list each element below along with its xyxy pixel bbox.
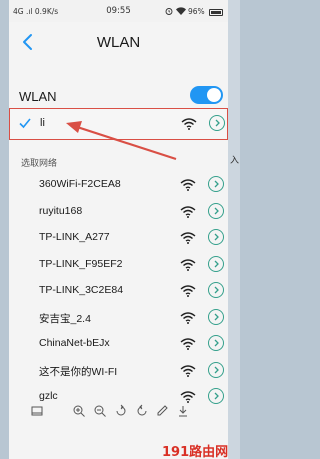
wifi-signal-icon: [181, 118, 197, 130]
network-list-item[interactable]: ruyitu168: [9, 199, 228, 225]
wifi-status-icon: [175, 7, 186, 17]
network-name: TP-LINK_F95EF2: [39, 257, 123, 270]
network-list-item[interactable]: 这不是你的WI-FI: [9, 358, 228, 384]
battery-percent: 96%: [187, 7, 205, 16]
network-info-button[interactable]: [208, 282, 224, 298]
network-name: 这不是你的WI-FI: [39, 365, 118, 378]
connected-network-name: li: [40, 117, 45, 129]
network-name: TP-LINK_A277: [39, 231, 110, 243]
zoom-out-icon[interactable]: [93, 404, 107, 418]
chevron-right-icon: [214, 207, 219, 214]
network-name: 360WiFi-F2CEA8: [39, 178, 121, 190]
network-list-item[interactable]: 安吉宝_2.4: [9, 305, 228, 331]
connected-network-row[interactable]: li: [9, 108, 228, 140]
battery-icon: [209, 8, 223, 16]
alarm-icon: [165, 7, 173, 17]
wifi-signal-icon: [180, 205, 196, 218]
wifi-signal-icon: [180, 179, 196, 191]
wlan-label: WLAN: [19, 89, 57, 104]
wlan-toggle-row: WLAN: [9, 80, 228, 110]
desktop-background: 入: [228, 0, 240, 459]
chevron-right-icon: [214, 313, 219, 320]
wifi-signal-icon: [180, 232, 196, 244]
zoom-in-icon[interactable]: [72, 404, 86, 418]
network-name: 安吉宝_2.4: [39, 312, 91, 325]
wifi-signal-icon: [180, 364, 196, 377]
chevron-right-icon: [214, 366, 219, 373]
chevron-right-icon: [214, 286, 219, 294]
rotate-right-icon[interactable]: [135, 404, 149, 418]
network-name: TP-LINK_3C2E84: [39, 284, 124, 296]
watermark: 191路由网: [162, 445, 229, 459]
network-info-button[interactable]: [208, 176, 224, 192]
chevron-right-icon: [215, 119, 220, 127]
status-bar: 4G .ıl 0.9K/s 09:55 96%: [9, 0, 228, 22]
background-text-fragment: 入: [230, 156, 240, 166]
chevron-right-icon: [214, 233, 219, 241]
network-list-item[interactable]: TP-LINK_A277: [9, 225, 228, 251]
save-icon[interactable]: [30, 404, 44, 418]
network-info-button[interactable]: [208, 229, 224, 245]
toggle-knob: [207, 88, 221, 102]
status-right: 96%: [165, 7, 223, 17]
chevron-right-icon: [214, 180, 219, 188]
chevron-right-icon: [214, 339, 219, 347]
wifi-signal-icon: [180, 311, 196, 324]
wifi-signal-icon: [180, 258, 196, 271]
download-icon[interactable]: [176, 404, 190, 418]
phone-screen: 4G .ıl 0.9K/s 09:55 96% WLAN WLAN li 选取网…: [9, 0, 228, 459]
network-info-button[interactable]: [209, 115, 225, 131]
network-info-button[interactable]: [208, 308, 224, 325]
network-list-item[interactable]: ChinaNet-bEJx: [9, 331, 228, 357]
section-label-choose-network: 选取网络: [21, 159, 58, 169]
network-info-button[interactable]: [208, 335, 224, 351]
rotate-icon[interactable]: [114, 404, 128, 418]
network-info-button[interactable]: [208, 255, 224, 272]
wifi-signal-icon: [180, 285, 196, 297]
wlan-toggle-switch[interactable]: [190, 86, 223, 104]
wifi-signal-icon: [180, 338, 196, 350]
edit-icon[interactable]: [155, 404, 169, 418]
network-list-item[interactable]: 360WiFi-F2CEA8: [9, 172, 228, 198]
network-list-item[interactable]: TP-LINK_F95EF2: [9, 252, 228, 278]
network-list-item[interactable]: TP-LINK_3C2E84: [9, 278, 228, 304]
chevron-right-icon: [214, 260, 219, 267]
network-info-button[interactable]: [208, 361, 224, 378]
app-bar: WLAN: [9, 22, 228, 62]
page-title: WLAN: [96, 34, 141, 51]
chevron-right-icon: [214, 392, 219, 400]
checkmark-icon: [19, 118, 31, 129]
network-name: ChinaNet-bEJx: [39, 337, 110, 349]
network-name: ruyitu168: [39, 204, 83, 217]
network-info-button[interactable]: [208, 202, 224, 219]
